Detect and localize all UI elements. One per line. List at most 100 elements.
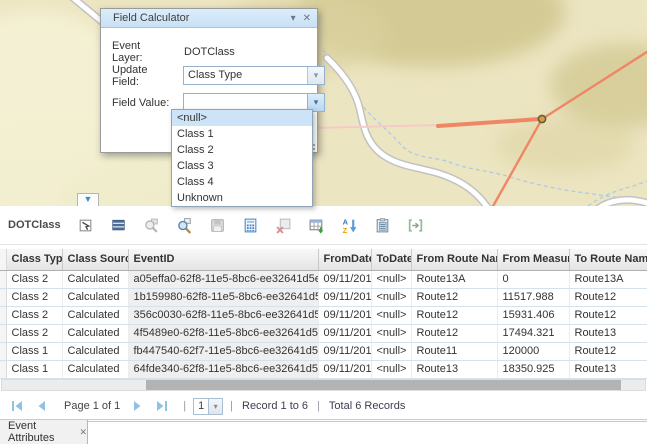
cell-from-measure: 120000 (497, 342, 569, 360)
cell-class-source: Calculated (62, 360, 128, 378)
column-header[interactable]: From Route Name (411, 249, 497, 270)
cell-from-date: 09/11/2015 (318, 288, 371, 306)
dropdown-option[interactable]: Class 4 (172, 174, 312, 190)
column-header[interactable]: From Measure (497, 249, 569, 270)
page-select-value: 1 (194, 399, 208, 414)
dialog-titlebar[interactable]: Field Calculator ▾ ✕ (101, 9, 317, 28)
table-body: Class 2 Calculated a05effa0-62f8-11e5-8b… (0, 270, 647, 378)
cell-event-id: 356c0030-62f8-11e5-8bc6-ee32641d5ec9 (128, 306, 318, 324)
cell-class-type: Class 2 (6, 306, 62, 324)
cell-event-id: 1b159980-62f8-11e5-8bc6-ee32641d5ec9 (128, 288, 318, 306)
app-window: ▼ Field Calculator ▾ ✕ Event Layer: DOTC… (0, 0, 647, 444)
zoom-to-selection-icon (141, 214, 163, 236)
column-header[interactable]: EventID (128, 249, 318, 270)
cell-from-date: 09/11/2015 (318, 324, 371, 342)
cell-from-route: Route12 (411, 306, 497, 324)
table-header-row: Class TypeClass SourceEventIDFromDateToD… (0, 249, 647, 270)
cell-event-id: 4f5489e0-62f8-11e5-8bc6-ee32641d5ec9 (128, 324, 318, 342)
table-row[interactable]: Class 2 Calculated 4f5489e0-62f8-11e5-8b… (0, 324, 647, 342)
cell-event-id: a05effa0-62f8-11e5-8bc6-ee32641d5ec9 (128, 270, 318, 288)
cell-class-source: Calculated (62, 288, 128, 306)
cell-class-type: Class 1 (6, 360, 62, 378)
tab-label: Event Attributes (8, 420, 70, 444)
event-attributes-panel: DOTClass (0, 206, 647, 444)
dialog-close-icon[interactable]: ✕ (303, 10, 311, 27)
horizontal-scrollbar[interactable] (1, 379, 646, 391)
column-header[interactable]: FromDate (318, 249, 371, 270)
table-row[interactable]: Class 2 Calculated 356c0030-62f8-11e5-8b… (0, 306, 647, 324)
cell-to-route: Route12 (569, 306, 647, 324)
event-layer-label: Event Layer: (112, 40, 172, 64)
previous-page-button[interactable] (32, 399, 50, 413)
cell-class-source: Calculated (62, 306, 128, 324)
cell-from-date: 09/11/2015 (318, 306, 371, 324)
show-selected-records-icon[interactable] (108, 214, 130, 236)
cell-from-measure: 15931.406 (497, 306, 569, 324)
field-value-dropdown-list: <null>Class 1Class 2Class 3Class 4Unknow… (171, 109, 313, 207)
column-header[interactable]: To Route Name (569, 249, 647, 270)
panel-collapse-tab[interactable]: ▼ (77, 193, 99, 206)
cell-to-date: <null> (371, 324, 411, 342)
cell-class-type: Class 1 (6, 342, 62, 360)
cell-class-type: Class 2 (6, 270, 62, 288)
first-page-button[interactable] (8, 399, 26, 413)
cell-to-date: <null> (371, 342, 411, 360)
dialog-collapse-icon[interactable]: ▾ (291, 10, 296, 27)
cell-to-route: Route13 (569, 324, 647, 342)
scrollbar-thumb[interactable] (146, 380, 621, 390)
separator: | (183, 400, 186, 412)
column-header[interactable]: Class Source (62, 249, 128, 270)
tab-event-attributes[interactable]: Event Attributes ✕ (0, 420, 88, 444)
cell-from-date: 09/11/2015 (318, 360, 371, 378)
cell-class-type: Class 2 (6, 324, 62, 342)
table-row[interactable]: Class 1 Calculated fb447540-62f7-11e5-8b… (0, 342, 647, 360)
page-select-dropdown[interactable]: 1 ▾ (193, 398, 223, 415)
last-page-button[interactable] (152, 399, 170, 413)
cell-event-id: fb447540-62f7-11e5-8bc6-ee32641d5ec9 (128, 342, 318, 360)
cell-event-id: 64fde340-62f8-11e5-8bc6-ee32641d5ec9 (128, 360, 318, 378)
tab-close-icon[interactable]: ✕ (79, 427, 87, 438)
update-field-label: Update Field: (112, 64, 172, 88)
attribute-set-icon[interactable] (372, 214, 394, 236)
page-select-arrow-icon[interactable]: ▾ (208, 399, 222, 414)
dropdown-option[interactable]: Unknown (172, 190, 312, 206)
page-label: Page 1 of 1 (64, 400, 120, 412)
dialog-title: Field Calculator (113, 12, 284, 24)
cell-from-measure: 18350.925 (497, 360, 569, 378)
dropdown-option[interactable]: Class 1 (172, 126, 312, 142)
save-results-icon (207, 214, 229, 236)
field-calculator-icon[interactable] (240, 214, 262, 236)
cell-from-date: 09/11/2015 (318, 270, 371, 288)
cell-to-date: <null> (371, 360, 411, 378)
cell-to-date: <null> (371, 306, 411, 324)
column-header[interactable]: Class Type (6, 249, 62, 270)
table-row[interactable]: Class 2 Calculated 1b159980-62f8-11e5-8b… (0, 288, 647, 306)
cell-from-date: 09/11/2015 (318, 342, 371, 360)
sort-records-icon[interactable]: AZ (339, 214, 361, 236)
cell-from-route: Route11 (411, 342, 497, 360)
event-layer-value: DOTClass (184, 46, 235, 58)
pagination-bar: Page 1 of 1 | 1 ▾ | Record 1 to 6 | Tota… (0, 393, 647, 420)
cell-class-type: Class 2 (6, 288, 62, 306)
cell-to-date: <null> (371, 270, 411, 288)
dropdown-option[interactable]: Class 3 (172, 158, 312, 174)
cell-from-measure: 0 (497, 270, 569, 288)
select-features-icon[interactable] (75, 214, 97, 236)
add-to-edit-list-icon[interactable] (306, 214, 328, 236)
update-field-combobox[interactable]: Class Type ▾ (183, 66, 325, 85)
route-junction-marker[interactable] (538, 115, 545, 122)
dropdown-option[interactable]: <null> (172, 110, 312, 126)
svg-text:Z: Z (343, 225, 348, 233)
next-page-button[interactable] (128, 399, 146, 413)
dropdown-option[interactable]: Class 2 (172, 142, 312, 158)
cell-from-route: Route12 (411, 324, 497, 342)
column-header[interactable]: ToDate (371, 249, 411, 270)
go-to-measure-icon[interactable] (405, 214, 427, 236)
cell-from-measure: 11517.988 (497, 288, 569, 306)
update-field-dropdown-icon[interactable]: ▾ (307, 67, 324, 84)
pan-to-selection-icon[interactable] (174, 214, 196, 236)
table-row[interactable]: Class 2 Calculated a05effa0-62f8-11e5-8b… (0, 270, 647, 288)
cell-to-route: Route12 (569, 342, 647, 360)
layer-name-label: DOTClass (8, 219, 61, 231)
table-row[interactable]: Class 1 Calculated 64fde340-62f8-11e5-8b… (0, 360, 647, 378)
